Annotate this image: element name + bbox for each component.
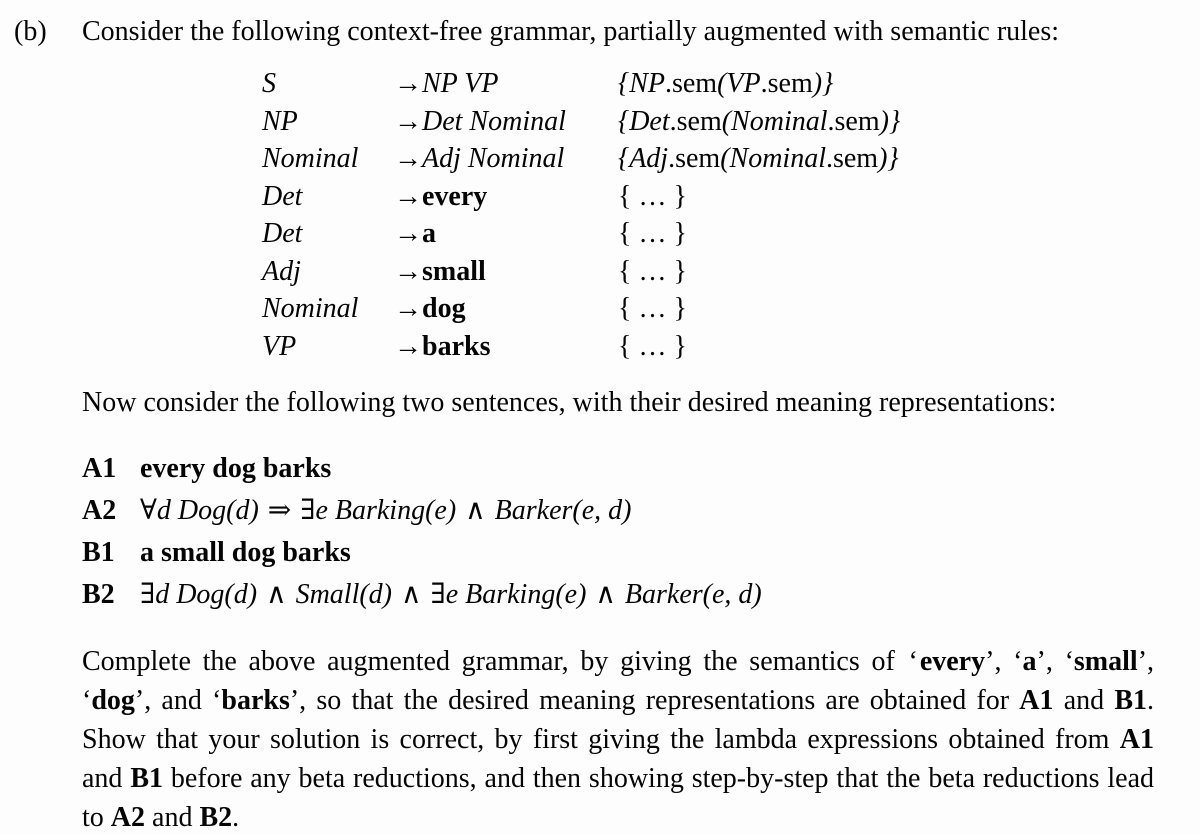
grammar-rule-arrow-icon: → — [394, 255, 422, 287]
grammar-rule-lhs: Nominal — [262, 143, 359, 174]
grammar-rule-arrow-icon: → — [394, 68, 422, 99]
grammar-rule-row: NP → Det Nominal {Det.sem(Nominal.sem)} — [262, 103, 900, 141]
grammar-rule-rhs: every — [422, 180, 488, 212]
closing-sep1: ’, ‘ — [985, 646, 1023, 677]
closing-part1: Complete the above augmented grammar, by… — [82, 646, 907, 677]
grammar-rule-semantics: { … } — [618, 293, 687, 324]
grammar-rule-lhs: Nominal — [262, 293, 359, 324]
sentence-row: B2 ∃d Dog(d) ∧ Small(d) ∧ ∃e Barking(e) ∧… — [82, 574, 1154, 616]
closing-part7: and — [145, 802, 200, 833]
grammar-rule-semantics: { … } — [618, 330, 687, 362]
closing-part5: and — [82, 763, 131, 794]
sentence-row: A1 every dog barks — [82, 448, 1154, 490]
ref-b1-second: B1 — [130, 763, 163, 794]
ref-a2: A2 — [110, 802, 146, 833]
closing-part3: and — [1053, 685, 1115, 716]
sentence-row: A2 ∀d Dog(d) ⇒ ∃e Barking(e) ∧ Barker(e, … — [82, 490, 1154, 532]
grammar-rule-rhs: Det Nominal — [422, 105, 566, 137]
ref-b1-first: B1 — [1114, 685, 1148, 716]
open-quote-1: ‘ — [908, 646, 918, 677]
grammar-rule-semantics: { … } — [618, 180, 687, 212]
ref-b2: B2 — [199, 802, 233, 833]
intro-paragraph: Consider the following context-free gram… — [82, 16, 1060, 47]
closing-part6: before any beta reductions, and then sho… — [82, 763, 1155, 833]
grammar-rule-rhs: Adj Nominal — [422, 143, 565, 174]
sentence-row: B1 a small dog barks — [82, 532, 1154, 574]
exercise-body: Consider the following context-free gram… — [82, 12, 1154, 834]
sentence-text: every dog barks — [140, 453, 332, 484]
document-page: (b) Consider the following context-free … — [0, 0, 1200, 834]
grammar-rule-lhs: Adj — [262, 255, 301, 287]
grammar-rule-row: Det → every { … } — [262, 178, 900, 216]
word-small: small — [1073, 646, 1138, 677]
grammar-rule-semantics: {NP.sem(VP.sem)} — [618, 68, 834, 99]
grammar-rule-row: VP → barks { … } — [262, 328, 900, 366]
closing-paragraph: Complete the above augmented grammar, by… — [82, 642, 1154, 834]
grammar-rules-table: S → NP VP {NP.sem(VP.sem)} NP → Det Nominal {De… — [262, 65, 900, 365]
meaning-representation: ∃d Dog(d) ∧ Small(d) ∧ ∃e Barking(e) ∧ B… — [140, 579, 762, 610]
middle-paragraph: Now consider the following two sentences… — [82, 387, 1057, 418]
word-every: every — [919, 646, 986, 677]
grammar-rule-rhs: NP VP — [422, 68, 499, 99]
grammar-rule-arrow-icon: → — [394, 105, 422, 137]
word-barks: barks — [221, 685, 290, 716]
grammar-rule-lhs: S — [262, 68, 276, 99]
closing-part2: ’, so that the desired meaning represent… — [289, 685, 1020, 716]
sentence-tag: A2 — [82, 495, 117, 526]
sentence-tag: B2 — [82, 579, 115, 610]
grammar-rule-semantics: { … } — [618, 255, 687, 287]
ref-a1-first: A1 — [1019, 685, 1054, 716]
word-dog: dog — [91, 685, 135, 716]
exercise-item-b: (b) Consider the following context-free … — [0, 12, 1200, 834]
meaning-representation: ∀d Dog(d) ⇒ ∃e Barking(e) ∧ Barker(e, d) — [140, 495, 632, 526]
grammar-rule-arrow-icon: → — [394, 218, 422, 249]
grammar-rule-lhs: VP — [262, 330, 297, 362]
grammar-rule-rhs: dog — [422, 293, 466, 324]
grammar-rule-arrow-icon: → — [394, 293, 422, 324]
exercise-label: (b) — [14, 16, 47, 47]
grammar-rule-row: Nominal → Adj Nominal {Adj.sem(Nominal.sem)… — [262, 140, 900, 178]
grammar-rule-row: Adj → small { … } — [262, 253, 900, 291]
sentence-text: a small dog barks — [140, 537, 351, 568]
closing-part8: . — [232, 802, 240, 833]
grammar-rule-lhs: Det — [262, 180, 303, 212]
sentence-list: A1 every dog barks A2 ∀d Dog(d) ⇒ ∃e Barkin… — [82, 448, 1154, 616]
sentence-tag: B1 — [82, 537, 115, 568]
grammar-rule-arrow-icon: → — [394, 143, 422, 174]
grammar-rule-arrow-icon: → — [394, 180, 422, 212]
grammar-rule-semantics: {Adj.sem(Nominal.sem)} — [618, 143, 899, 174]
grammar-rule-row: Nominal → dog { … } — [262, 290, 900, 328]
closing-sep4: ’, and ‘ — [134, 685, 222, 716]
grammar-rule-semantics: {Det.sem(Nominal.sem)} — [618, 105, 901, 137]
grammar-rule-rhs: a — [422, 218, 436, 249]
grammar-rule-lhs: NP — [262, 105, 298, 137]
grammar-rule-rhs: barks — [422, 330, 491, 362]
closing-sep2: ’, ‘ — [1036, 646, 1074, 677]
ref-a1-second: A1 — [1119, 724, 1154, 755]
grammar-rule-row: S → NP VP {NP.sem(VP.sem)} — [262, 65, 900, 103]
grammar-rule-semantics: { … } — [618, 218, 687, 249]
grammar-rule-arrow-icon: → — [394, 330, 422, 362]
grammar-rule-lhs: Det — [262, 218, 303, 249]
grammar-rules-body: S → NP VP {NP.sem(VP.sem)} NP → Det Nominal {De… — [262, 65, 900, 365]
grammar-rule-row: Det → a { … } — [262, 215, 900, 253]
word-a: a — [1022, 646, 1037, 677]
grammar-rule-rhs: small — [422, 255, 486, 287]
sentence-tag: A1 — [82, 453, 117, 484]
